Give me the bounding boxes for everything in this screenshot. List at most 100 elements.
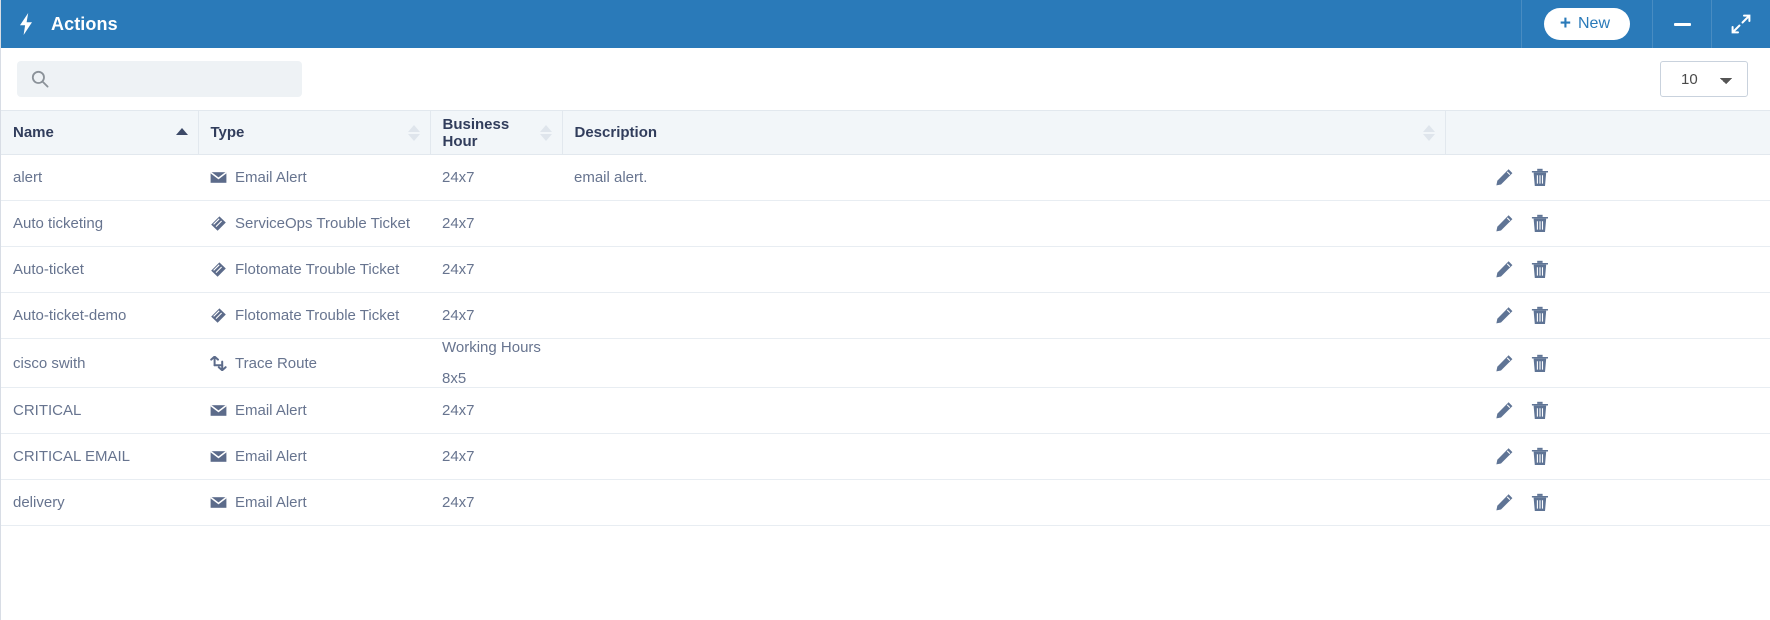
type-label: Email Alert	[235, 448, 307, 465]
trash-icon[interactable]	[1530, 306, 1549, 325]
cell-description: email alert.	[562, 154, 1445, 201]
trash-icon[interactable]	[1530, 168, 1549, 187]
new-button[interactable]: + New	[1543, 8, 1630, 40]
actions-table: Name Type Business Hour Description aler…	[1, 110, 1770, 526]
envelope-icon	[210, 402, 227, 419]
cell-type: Trace Route	[198, 338, 430, 388]
cell-description	[562, 387, 1445, 434]
table-row[interactable]: Auto ticketing ServiceOps Trouble Ticket 2…	[1, 200, 1770, 247]
search-input[interactable]	[17, 61, 302, 97]
pencil-icon[interactable]	[1495, 401, 1514, 420]
cell-description	[562, 200, 1445, 247]
table-row[interactable]: CRITICAL Email Alert 24x7	[1, 387, 1770, 434]
table-row[interactable]: CRITICAL EMAIL Email Alert 24x7	[1, 433, 1770, 480]
cell-type: Flotomate Trouble Ticket	[198, 246, 430, 293]
column-label-description: Description	[574, 124, 658, 141]
column-header-business-hour[interactable]: Business Hour	[429, 110, 562, 155]
envelope-icon	[210, 494, 227, 511]
column-header-type[interactable]: Type	[197, 110, 430, 155]
caret-up-icon	[539, 124, 552, 132]
cell-name: delivery	[1, 479, 198, 526]
caret-down-icon	[1422, 133, 1435, 141]
cell-description	[562, 338, 1445, 388]
cell-description	[562, 479, 1445, 526]
search-container	[17, 61, 302, 97]
type-label: Email Alert	[235, 494, 307, 511]
cell-business-hour: 24x7	[430, 154, 562, 201]
cell-description	[562, 246, 1445, 293]
column-header-description[interactable]: Description	[561, 110, 1445, 155]
cell-name: alert	[1, 154, 198, 201]
pencil-icon[interactable]	[1495, 354, 1514, 373]
type-label: Flotomate Trouble Ticket	[235, 307, 400, 324]
page-title: Actions	[51, 13, 118, 34]
pencil-icon[interactable]	[1495, 260, 1514, 279]
cell-type: Email Alert	[198, 154, 430, 201]
cell-description	[562, 433, 1445, 480]
cell-type: Email Alert	[198, 479, 430, 526]
trash-icon[interactable]	[1530, 493, 1549, 512]
sort-icon-description[interactable]	[1422, 124, 1435, 141]
business-hour-line-1: 24x7	[442, 261, 475, 278]
column-label-business-hour: Business Hour	[442, 115, 510, 150]
cell-type: Email Alert	[198, 433, 430, 480]
cell-row-actions	[1445, 154, 1770, 201]
business-hour-line-1: 24x7	[442, 307, 475, 324]
trash-icon[interactable]	[1530, 214, 1549, 233]
cell-row-actions	[1445, 433, 1770, 480]
table-row[interactable]: Auto-ticket Flotomate Trouble Ticket 24x7	[1, 246, 1770, 293]
pencil-icon[interactable]	[1495, 214, 1514, 233]
table-row[interactable]: cisco swith Trace Route Working Hours 8x5	[1, 338, 1770, 388]
cell-business-hour: 24x7	[430, 479, 562, 526]
ticket-icon	[210, 215, 227, 232]
cell-business-hour: 24x7	[430, 292, 562, 339]
new-button-label: New	[1577, 15, 1610, 32]
cell-row-actions	[1445, 292, 1770, 339]
table-row[interactable]: Auto-ticket-demo Flotomate Trouble Ticket…	[1, 292, 1770, 339]
cell-description	[562, 292, 1445, 339]
table-header-row: Name Type Business Hour Description	[1, 110, 1770, 155]
column-header-actions	[1444, 110, 1770, 155]
cell-business-hour: 24x7	[430, 200, 562, 247]
column-label-type: Type	[210, 124, 245, 141]
lightning-bolt-icon	[15, 12, 37, 36]
sort-icon-type[interactable]	[407, 124, 420, 141]
trash-icon[interactable]	[1530, 260, 1549, 279]
business-hour-line-1: 24x7	[442, 169, 475, 186]
pencil-icon[interactable]	[1495, 306, 1514, 325]
pencil-icon[interactable]	[1495, 447, 1514, 466]
table-body: alert Email Alert 24x7 email alert. Auto tic…	[1, 154, 1770, 526]
trash-icon[interactable]	[1530, 447, 1549, 466]
actions-table-container: Name Type Business Hour Description aler…	[1, 110, 1770, 620]
column-header-name[interactable]: Name	[1, 110, 198, 155]
sort-icon-name[interactable]	[175, 128, 188, 137]
caret-down-icon	[407, 133, 420, 141]
trash-icon[interactable]	[1530, 354, 1549, 373]
cell-row-actions	[1445, 246, 1770, 293]
table-header: Name Type Business Hour Description	[1, 110, 1770, 155]
table-row[interactable]: alert Email Alert 24x7 email alert.	[1, 154, 1770, 201]
cell-name: CRITICAL EMAIL	[1, 433, 198, 480]
actions-window: Actions + New 10 Name Type Business Hour…	[0, 0, 1770, 620]
type-label: Trace Route	[235, 354, 317, 372]
type-label: Email Alert	[235, 169, 307, 186]
business-hour-line-1: 24x7	[442, 448, 475, 465]
cell-row-actions	[1445, 338, 1770, 388]
titlebar-actions: + New	[1522, 0, 1770, 48]
cell-row-actions	[1445, 479, 1770, 526]
caret-up-icon	[175, 128, 188, 135]
cell-business-hour: 24x7	[430, 387, 562, 434]
page-size-select[interactable]: 10	[1660, 61, 1748, 97]
cell-type: ServiceOps Trouble Ticket	[198, 200, 430, 247]
table-row[interactable]: delivery Email Alert 24x7	[1, 479, 1770, 526]
minimize-button[interactable]	[1653, 0, 1711, 48]
cell-type: Email Alert	[198, 387, 430, 434]
sort-icon-business-hour[interactable]	[539, 124, 552, 141]
caret-up-icon	[1422, 124, 1435, 132]
pencil-icon[interactable]	[1495, 493, 1514, 512]
pencil-icon[interactable]	[1495, 168, 1514, 187]
business-hour-line-1: 24x7	[442, 494, 475, 511]
cell-type: Flotomate Trouble Ticket	[198, 292, 430, 339]
expand-button[interactable]	[1712, 0, 1770, 48]
trash-icon[interactable]	[1530, 401, 1549, 420]
